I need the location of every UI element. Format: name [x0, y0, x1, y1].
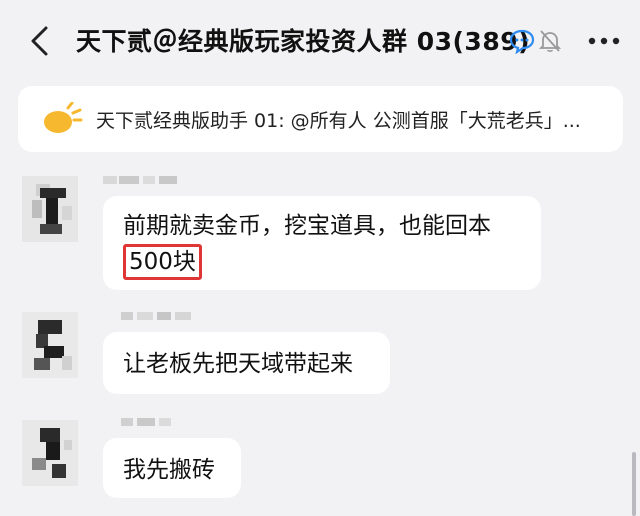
sun-announcement-icon — [44, 102, 83, 133]
bell-muted-icon[interactable] — [539, 29, 561, 53]
message-row: 我先搬砖 — [0, 412, 640, 512]
message-text: 前期就卖金币，挖宝道具，也能回本 — [123, 213, 491, 239]
chat-title: 天下贰＠经典版玩家投资人群 03(389) — [76, 27, 531, 56]
group-announcement-bar[interactable]: 天下贰经典版助手 01: @所有人 公测首服「大荒老兵」... — [18, 86, 623, 152]
message-text: 我先搬砖 — [123, 457, 215, 483]
avatar[interactable] — [22, 420, 78, 486]
announcement-text: 天下贰经典版助手 01: @所有人 公测首服「大荒老兵」... — [96, 110, 581, 132]
scrollbar[interactable] — [632, 452, 636, 516]
message-row: 前期就卖金币，挖宝道具，也能回本 500块 — [0, 170, 640, 290]
chevron-left-icon[interactable] — [26, 24, 56, 58]
chat-header: 天下贰＠经典版玩家投资人群 03(389) — [0, 0, 640, 82]
sender-name-blurred — [103, 176, 177, 184]
more-dots-icon[interactable] — [588, 37, 620, 45]
message-bubble[interactable]: 前期就卖金币，挖宝道具，也能回本 500块 — [103, 196, 541, 290]
avatar[interactable] — [22, 176, 78, 242]
sender-name-blurred — [121, 418, 171, 426]
message-bubble[interactable]: 让老板先把天域带起来 — [103, 332, 390, 394]
message-text: 让老板先把天域带起来 — [123, 351, 353, 377]
message-row: 让老板先把天域带起来 — [0, 306, 640, 396]
avatar[interactable] — [22, 312, 78, 378]
highlighted-amount: 500块 — [123, 244, 202, 280]
chat-bubble-icon[interactable] — [508, 28, 536, 54]
message-bubble[interactable]: 我先搬砖 — [103, 438, 241, 498]
sender-name-blurred — [121, 312, 191, 320]
